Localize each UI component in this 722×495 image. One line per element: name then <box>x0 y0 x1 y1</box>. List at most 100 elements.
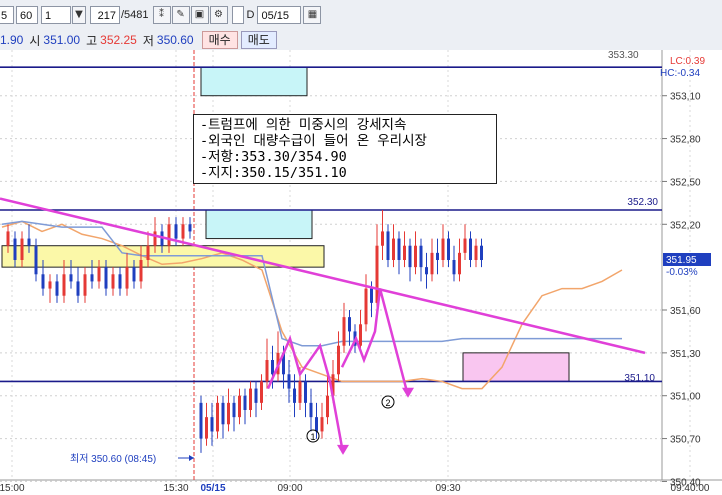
candle-body <box>397 238 401 260</box>
position-field[interactable]: 217 <box>90 6 120 24</box>
candle-body <box>326 395 329 418</box>
analysis-note-line: -트럼프에 의한 미중시의 강세지속 <box>200 117 407 133</box>
candle-body <box>188 224 192 232</box>
candle-body <box>441 238 445 260</box>
x-tick-label: 05/15 <box>200 483 225 494</box>
circle-marker-2-label: 2 <box>385 398 390 408</box>
candle-body <box>174 224 178 239</box>
candle-body <box>249 388 252 410</box>
lc-label: LC:0.39 <box>670 56 705 67</box>
candle-body <box>425 267 428 275</box>
buy-button[interactable]: 매수 <box>201 31 238 49</box>
date-field[interactable]: 05/15 <box>257 6 302 24</box>
current-price-value: 351.95 <box>666 255 697 266</box>
candle-body <box>364 288 368 325</box>
candle-body <box>227 402 230 425</box>
chart-toolbar: 5 60 1 ▼ 217 /5481 ⁑ ✎ ▣ ⚙ D 05/15 ▦ 1.9… <box>0 0 722 51</box>
candle-body <box>392 238 395 260</box>
analysis-note-box: -트럼프에 의한 미중시의 강세지속 -외국인 대량수급이 들어 온 우리시장 … <box>193 114 497 184</box>
candle-body <box>463 238 467 253</box>
quote-high-label: 고 <box>86 33 98 48</box>
resistance-zone <box>200 66 308 97</box>
draw-tool-icon[interactable]: ✎ <box>171 6 190 24</box>
candle-body <box>216 402 219 432</box>
candle-body <box>265 360 269 382</box>
current-change-value: -0.03% <box>666 267 698 278</box>
candle-body <box>118 274 122 289</box>
candle-body <box>34 245 38 275</box>
quote-low-label: 저 <box>142 33 154 48</box>
candle-body <box>375 245 379 303</box>
save-icon[interactable]: ▣ <box>190 6 209 24</box>
candle-body <box>304 381 307 403</box>
candle-body <box>320 417 324 432</box>
y-tick-label: 351,00 <box>670 392 701 403</box>
x-tick-label: 09:00 <box>277 483 302 494</box>
quote-prev-partial: 1.90 <box>0 33 24 47</box>
candle-body <box>20 238 24 260</box>
interval-unit-field[interactable]: 60 <box>16 6 38 24</box>
support-label: 351.10 <box>624 373 655 384</box>
support-zone <box>462 352 570 382</box>
quote-bar: 1.90 시 351.00 고 352.25 저 350.60 매수 매도 <box>0 31 277 49</box>
candle-body <box>386 231 390 260</box>
calendar-icon[interactable]: ▦ <box>303 6 322 24</box>
y-tick-label: 350,70 <box>670 435 701 446</box>
candle-body <box>146 245 150 260</box>
candle-body <box>210 417 214 432</box>
y-tick-label: 352,50 <box>670 177 701 188</box>
candle-body <box>309 402 313 418</box>
resistance-mid-label: 352.30 <box>627 197 658 208</box>
interval-field[interactable]: 5 <box>0 6 14 24</box>
candle-style-icon[interactable]: ⁑ <box>152 6 171 24</box>
candle-body <box>403 245 406 260</box>
candle-body <box>104 267 108 289</box>
candle-body <box>474 245 478 260</box>
candle-body <box>62 274 66 296</box>
candle-body <box>153 231 157 246</box>
candle-body <box>260 381 263 403</box>
candle-body <box>27 238 31 246</box>
candle-body <box>97 267 101 282</box>
candle-body <box>271 360 274 375</box>
candle-body <box>408 245 412 268</box>
candle-body <box>359 324 362 346</box>
candle-body <box>125 267 129 289</box>
settings-gear-icon[interactable]: ⚙ <box>209 6 228 24</box>
date-checkbox[interactable] <box>231 6 244 24</box>
candle-body <box>452 260 456 275</box>
date-checkbox-label: D <box>246 9 255 21</box>
hc-label: HC:-0.34 <box>660 68 700 79</box>
quote-open-value: 351.00 <box>43 33 81 47</box>
candle-body <box>287 374 291 389</box>
y-tick-label: 352,20 <box>670 220 701 231</box>
candle-body <box>205 417 208 439</box>
candle-body <box>436 252 439 260</box>
candle-body <box>430 252 434 275</box>
candle-body <box>6 231 10 246</box>
count-dropdown-icon[interactable]: ▼ <box>72 6 86 24</box>
candle-body <box>76 281 80 296</box>
x-tick-label: 15:30 <box>163 483 188 494</box>
candle-body <box>315 417 318 432</box>
candle-body <box>337 345 340 375</box>
candle-body <box>238 395 241 418</box>
candle-body <box>167 224 171 246</box>
candle-body <box>458 252 461 275</box>
quote-high-value: 352.25 <box>100 33 137 47</box>
candle-body <box>83 274 87 296</box>
resistance-zone <box>205 209 313 240</box>
candle-body <box>111 274 115 289</box>
sell-button[interactable]: 매도 <box>240 31 277 49</box>
candle-body <box>181 224 185 239</box>
x-tick-label: 09:40:00 <box>671 483 710 494</box>
candle-body <box>199 402 203 439</box>
candle-body <box>469 238 472 260</box>
count-field[interactable]: 1 <box>41 6 71 24</box>
analysis-note-line: -저항:353.30/354.90 <box>200 149 347 165</box>
candle-body <box>221 402 225 425</box>
candle-body <box>298 381 302 403</box>
candle-body <box>293 388 296 403</box>
candle-body <box>55 281 59 296</box>
quote-low-value: 350.60 <box>156 33 194 47</box>
